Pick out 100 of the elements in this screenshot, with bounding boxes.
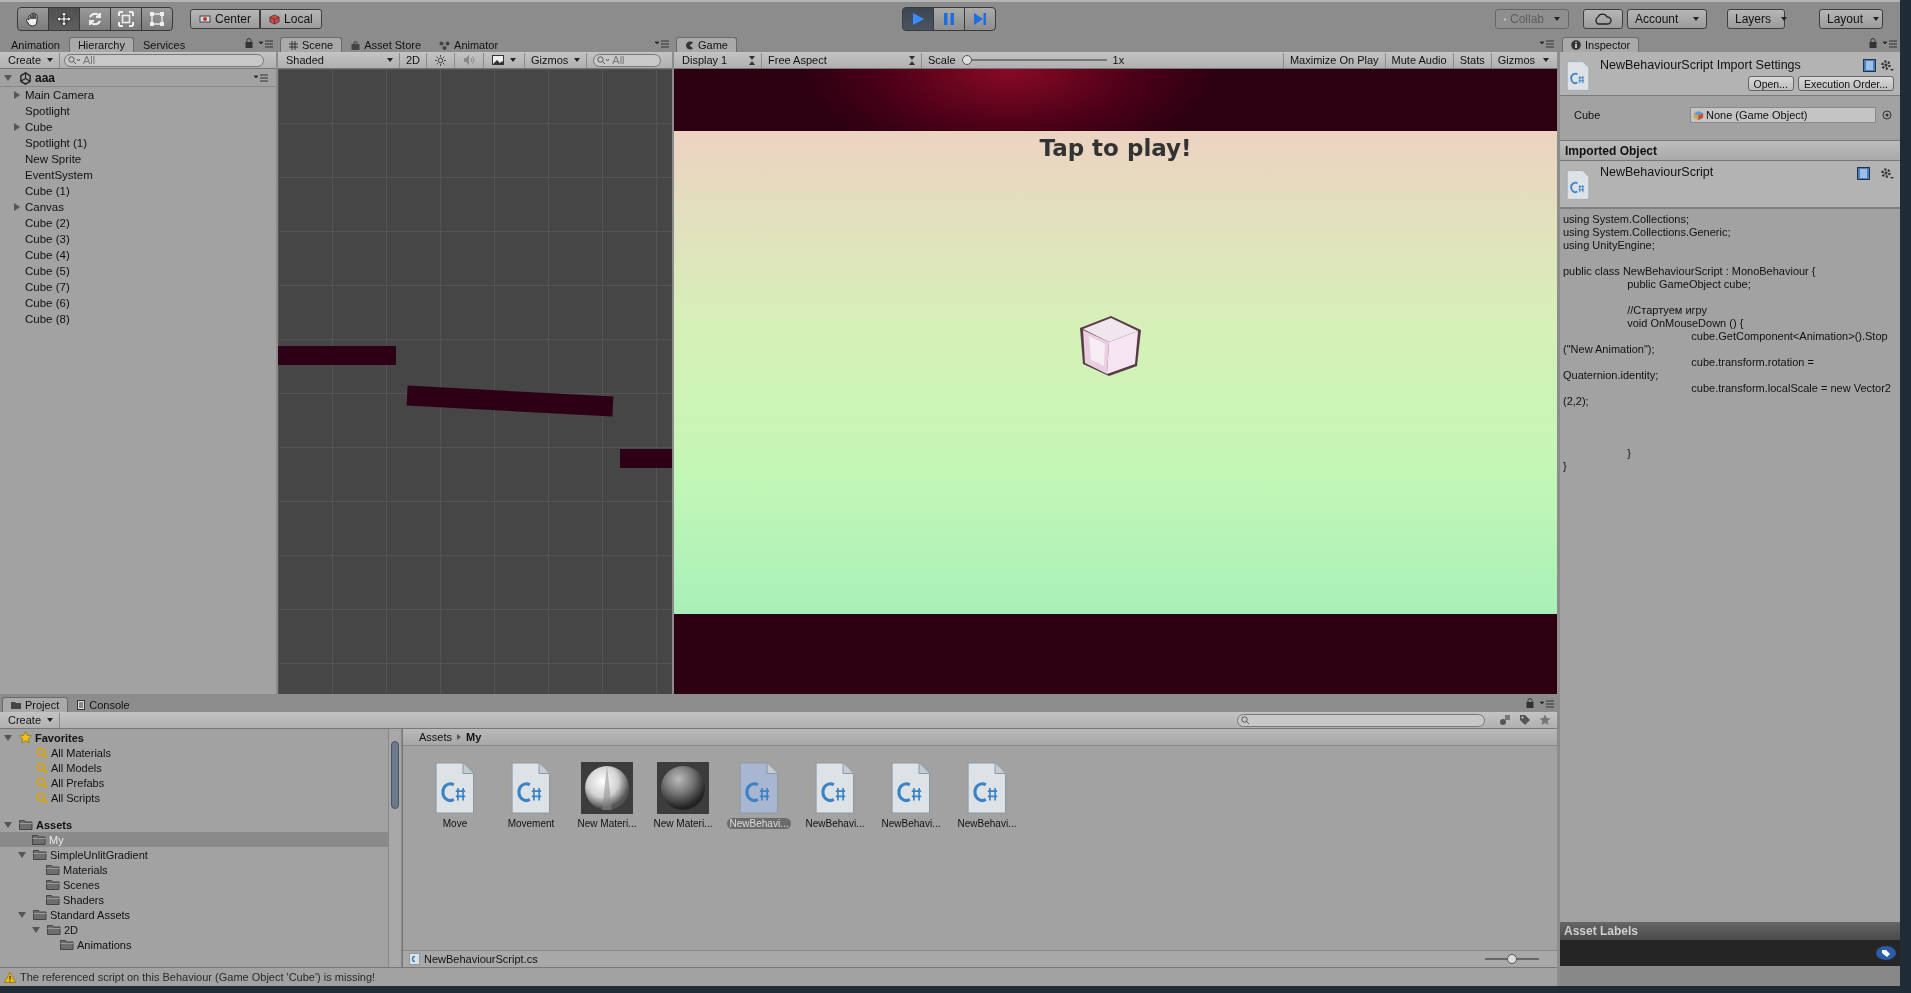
object-field[interactable]: None (Game Object) <box>1690 107 1876 123</box>
hierarchy-item[interactable]: Cube (6) <box>0 295 276 311</box>
caret-icon <box>1873 17 1880 21</box>
panel-tab[interactable]: Services <box>134 37 195 52</box>
aspect-dropdown[interactable]: Free Aspect <box>762 52 922 68</box>
tree-item[interactable]: All Scripts <box>0 790 388 806</box>
tree-item[interactable]: Standard Assets <box>0 907 388 923</box>
hierarchy-item[interactable]: Cube (8) <box>0 311 276 327</box>
rotate-icon <box>87 11 103 27</box>
settings-icon[interactable] <box>1880 58 1894 72</box>
tree-item[interactable]: All Prefabs <box>0 775 388 791</box>
tag-icon[interactable] <box>1876 946 1896 960</box>
move-icon <box>56 11 72 27</box>
material-preview-icon[interactable] <box>581 762 633 815</box>
tree-item[interactable]: Shaders <box>0 892 388 908</box>
cloud-button[interactable] <box>1583 9 1623 29</box>
filter-by-type-icon[interactable] <box>1499 714 1511 727</box>
display-dropdown[interactable]: Display 1 <box>676 52 762 68</box>
slider-thumb[interactable] <box>1507 954 1517 965</box>
panel-tab[interactable]: Game <box>676 37 737 52</box>
tree-item-label: All Prefabs <box>51 776 105 789</box>
tree-item[interactable]: All Materials <box>0 745 388 761</box>
shading-dropdown[interactable]: Shaded <box>280 52 400 68</box>
hierarchy-item[interactable]: New Sprite <box>0 151 276 167</box>
pause-button[interactable] <box>932 7 965 31</box>
rotate-tool-button[interactable] <box>79 7 111 31</box>
object-picker-icon[interactable] <box>1882 110 1892 120</box>
tree-item[interactable]: Scenes <box>0 877 388 893</box>
create-dropdown[interactable]: Create <box>2 712 61 728</box>
script-file-icon[interactable] <box>434 762 476 815</box>
tree-item[interactable]: 2D <box>0 922 388 938</box>
breadcrumb-link[interactable]: My <box>466 731 482 744</box>
breadcrumb-link[interactable]: Assets <box>419 731 452 744</box>
panel-tab[interactable]: Animator <box>430 37 508 52</box>
hierarchy-item[interactable]: Cube (1) <box>0 183 276 199</box>
panel-tab[interactable]: Asset Store <box>342 37 431 52</box>
panel-tab[interactable]: Inspector <box>1562 37 1640 52</box>
gizmos-dropdown[interactable]: Gizmos <box>525 52 588 68</box>
menu-dropdown[interactable]: Layers <box>1727 9 1785 29</box>
search-field[interactable] <box>1237 713 1485 727</box>
hand-tool-button[interactable] <box>17 7 49 31</box>
play-button[interactable] <box>901 7 934 31</box>
hierarchy-item[interactable]: Canvas <box>0 199 276 215</box>
script-file-icon[interactable] <box>890 762 932 815</box>
hierarchy-item[interactable]: Cube (3) <box>0 231 276 247</box>
pivot-toggle-button[interactable]: Center <box>190 9 261 29</box>
2d-toggle-button[interactable]: 2D <box>400 52 428 68</box>
scale-slider[interactable] <box>961 55 1107 65</box>
panel-tab[interactable]: Scene <box>280 37 343 52</box>
panel-tab[interactable]: Console <box>68 697 139 713</box>
search-field[interactable]: All <box>593 53 662 67</box>
menu-dropdown[interactable]: Account <box>1627 9 1707 29</box>
hierarchy-item[interactable]: Cube (5) <box>0 263 276 279</box>
scale-tool-button[interactable] <box>110 7 142 31</box>
panel-tab[interactable]: Project <box>2 697 69 713</box>
script-file-icon[interactable] <box>966 762 1008 815</box>
hierarchy-item[interactable]: Cube <box>0 119 276 135</box>
help-book-icon[interactable] <box>1857 167 1870 180</box>
create-dropdown[interactable]: Create <box>2 52 61 68</box>
hierarchy-item[interactable]: Cube (2) <box>0 215 276 231</box>
menu-dropdown[interactable]: Layout <box>1819 9 1883 29</box>
step-button[interactable] <box>963 7 996 31</box>
panel-tab[interactable]: Hierarchy <box>68 37 134 52</box>
hierarchy-item[interactable]: EventSystem <box>0 167 276 183</box>
search-field[interactable]: All <box>64 53 265 67</box>
hierarchy-item[interactable]: Spotlight (1) <box>0 135 276 151</box>
inspector-button[interactable]: Execution Order... <box>1797 76 1894 91</box>
rect-tool-button[interactable] <box>141 7 173 31</box>
game-toolbar-button[interactable]: Stats <box>1452 52 1491 68</box>
move-tool-button[interactable] <box>48 7 80 31</box>
script-file-icon[interactable] <box>510 762 552 815</box>
cube-icon <box>1693 109 1704 121</box>
settings-icon[interactable] <box>1880 167 1894 180</box>
material-preview-icon[interactable] <box>657 762 709 815</box>
game-toolbar-button[interactable]: Maximize On Play <box>1282 52 1385 68</box>
scrollbar-thumb[interactable] <box>391 741 399 810</box>
cloud-icon <box>1593 13 1613 25</box>
hierarchy-item[interactable]: Main Camera <box>0 87 276 103</box>
game-toolbar-button[interactable]: Mute Audio <box>1384 52 1453 68</box>
slider-thumb[interactable] <box>961 55 972 65</box>
panel-tab[interactable]: Animation <box>2 37 69 52</box>
inspector-button[interactable]: Open... <box>1747 76 1794 91</box>
hierarchy-item[interactable]: Cube (4) <box>0 247 276 263</box>
tree-item[interactable]: Materials <box>0 862 388 878</box>
help-book-icon[interactable] <box>1863 58 1876 72</box>
updown-arrows-icon <box>749 55 755 65</box>
game-toolbar-button[interactable]: Gizmos <box>1490 52 1555 68</box>
hierarchy-item[interactable]: Cube (7) <box>0 279 276 295</box>
star-icon[interactable] <box>1539 714 1551 727</box>
tree-item[interactable]: Favorites <box>0 730 388 746</box>
tree-item[interactable]: All Models <box>0 760 388 776</box>
hierarchy-item[interactable]: Spotlight <box>0 103 276 119</box>
tree-item[interactable]: SimpleUnlitGradient <box>0 847 388 863</box>
lock-icon <box>1869 38 1877 48</box>
tree-item[interactable]: Animations <box>0 937 388 953</box>
tree-item-label: 2D <box>64 923 79 936</box>
status-message: The referenced script on this Behaviour (Game Object 'Cube') is missing! <box>20 971 376 983</box>
space-toggle-button[interactable]: Local <box>260 9 322 29</box>
script-file-icon[interactable] <box>814 762 856 815</box>
hand-icon <box>25 11 41 27</box>
